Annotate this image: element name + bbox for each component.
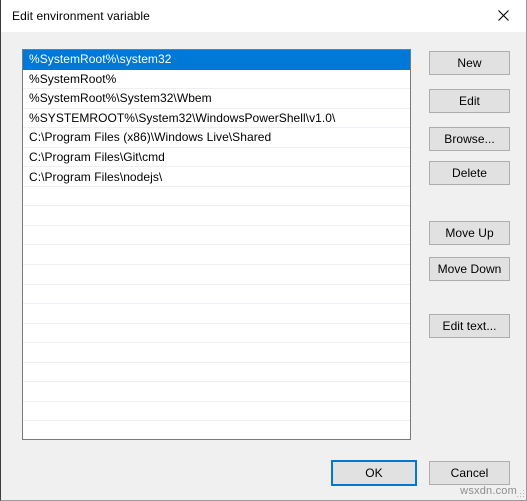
list-item-empty[interactable]: [23, 382, 410, 402]
list-item[interactable]: %SystemRoot%: [23, 70, 410, 90]
move-up-button[interactable]: Move Up: [429, 221, 510, 245]
list-item[interactable]: C:\Program Files\nodejs\: [23, 167, 410, 187]
edit-button[interactable]: Edit: [429, 89, 510, 113]
list-item-empty[interactable]: [23, 421, 410, 439]
list-item-empty[interactable]: [23, 402, 410, 422]
new-button[interactable]: New: [429, 51, 510, 75]
list-item-empty[interactable]: [23, 343, 410, 363]
close-icon[interactable]: [481, 0, 526, 31]
list-item[interactable]: C:\Program Files (x86)\Windows Live\Shar…: [23, 128, 410, 148]
list-item-empty[interactable]: [23, 265, 410, 285]
cancel-button[interactable]: Cancel: [429, 461, 510, 485]
list-item[interactable]: C:\Program Files\Git\cmd: [23, 148, 410, 168]
list-item-empty[interactable]: [23, 226, 410, 246]
ok-button[interactable]: OK: [331, 460, 417, 486]
window-title: Edit environment variable: [12, 9, 150, 23]
path-list[interactable]: %SystemRoot%\system32 %SystemRoot% %Syst…: [22, 49, 411, 440]
list-item-empty[interactable]: [23, 187, 410, 207]
list-item-empty[interactable]: [23, 285, 410, 305]
delete-button[interactable]: Delete: [429, 161, 510, 185]
list-item[interactable]: %SystemRoot%\system32: [23, 50, 410, 70]
list-item-empty[interactable]: [23, 245, 410, 266]
list-item-empty[interactable]: [23, 206, 410, 226]
list-item[interactable]: %SystemRoot%\System32\Wbem: [23, 89, 410, 109]
edit-environment-variable-dialog: Edit environment variable %SystemRoot%\s…: [0, 0, 527, 501]
list-item-empty[interactable]: [23, 363, 410, 383]
browse-button[interactable]: Browse...: [429, 127, 510, 151]
list-item-empty[interactable]: [23, 304, 410, 324]
edit-text-button[interactable]: Edit text...: [429, 314, 510, 338]
list-item[interactable]: %SYSTEMROOT%\System32\WindowsPowerShell\…: [23, 109, 410, 129]
list-item-empty[interactable]: [23, 324, 410, 344]
move-down-button[interactable]: Move Down: [429, 257, 510, 281]
resize-grip-icon: [517, 490, 524, 497]
watermark: wsxdn.com: [460, 485, 517, 497]
title-bar: Edit environment variable: [1, 0, 526, 32]
